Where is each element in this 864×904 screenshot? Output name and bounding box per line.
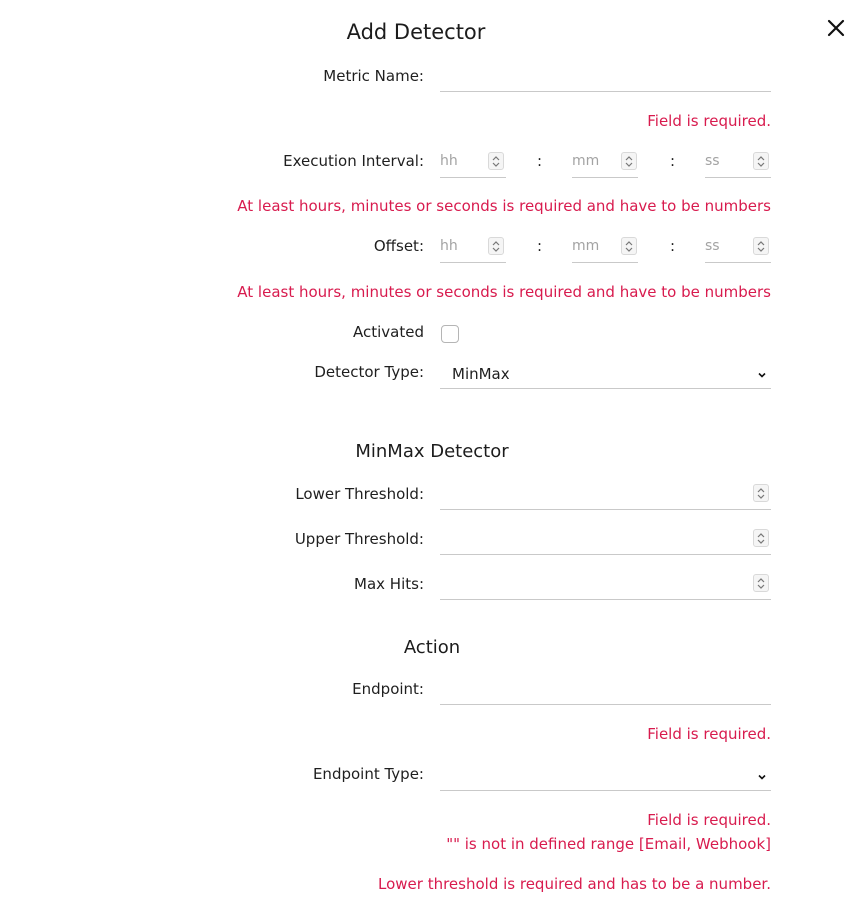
seconds-placeholder: ss: [705, 153, 720, 169]
detector-type-select[interactable]: MinMax: [440, 365, 771, 389]
detector-type-label: Detector Type:: [314, 363, 424, 381]
endpoint-type-select[interactable]: [440, 774, 771, 791]
stepper-arrows-icon: [625, 156, 633, 167]
minutes-stepper[interactable]: [621, 237, 637, 255]
execution-interval-hours-input[interactable]: hh: [440, 152, 506, 178]
stepper-arrows-icon: [492, 241, 500, 252]
endpoint-type-required-error: Field is required.: [647, 811, 771, 829]
close-icon: [827, 19, 845, 37]
hours-stepper[interactable]: [488, 237, 504, 255]
max-hits-stepper[interactable]: [753, 574, 769, 592]
minutes-stepper[interactable]: [621, 152, 637, 170]
upper-threshold-stepper[interactable]: [753, 529, 769, 547]
time-separator: :: [670, 152, 676, 170]
minutes-placeholder: mm: [572, 238, 600, 254]
hours-placeholder: hh: [440, 238, 458, 254]
endpoint-label: Endpoint:: [352, 680, 424, 698]
add-detector-dialog: Add Detector Metric Name: Field is requi…: [0, 0, 864, 904]
chevron-down-icon: [758, 774, 766, 780]
stepper-arrows-icon: [757, 156, 765, 167]
action-heading: Action: [403, 637, 461, 658]
seconds-stepper[interactable]: [753, 152, 769, 170]
minmax-detector-heading: MinMax Detector: [355, 441, 509, 462]
offset-minutes-input[interactable]: mm: [572, 237, 638, 263]
stepper-arrows-icon: [757, 578, 765, 589]
metric-name-label: Metric Name:: [323, 67, 424, 85]
execution-interval-error: At least hours, minutes or seconds is re…: [237, 197, 771, 215]
dialog-title: Add Detector: [346, 20, 486, 44]
max-hits-label: Max Hits:: [354, 575, 424, 593]
lower-threshold-input[interactable]: [440, 484, 771, 510]
execution-interval-seconds-input[interactable]: ss: [705, 152, 771, 178]
offset-hours-input[interactable]: hh: [440, 237, 506, 263]
lower-threshold-label: Lower Threshold:: [295, 485, 424, 503]
time-separator: :: [670, 237, 676, 255]
execution-interval-label: Execution Interval:: [283, 152, 424, 170]
offset-seconds-input[interactable]: ss: [705, 237, 771, 263]
detector-type-value: MinMax: [452, 365, 510, 383]
endpoint-type-label: Endpoint Type:: [312, 765, 424, 783]
seconds-placeholder: ss: [705, 238, 720, 254]
endpoint-input[interactable]: [440, 704, 771, 705]
metric-name-error: Field is required.: [647, 112, 771, 130]
seconds-stepper[interactable]: [753, 237, 769, 255]
hours-placeholder: hh: [440, 153, 458, 169]
upper-threshold-label: Upper Threshold:: [294, 530, 424, 548]
offset-error: At least hours, minutes or seconds is re…: [237, 283, 771, 301]
close-button[interactable]: [824, 16, 848, 40]
max-hits-input[interactable]: [440, 574, 771, 600]
minutes-placeholder: mm: [572, 153, 600, 169]
stepper-arrows-icon: [625, 241, 633, 252]
stepper-arrows-icon: [757, 241, 765, 252]
endpoint-type-range-error: "" is not in defined range [Email, Webho…: [446, 835, 771, 853]
activated-checkbox[interactable]: [441, 325, 459, 343]
upper-threshold-input[interactable]: [440, 529, 771, 555]
form-error: Lower threshold is required and has to b…: [378, 875, 771, 893]
hours-stepper[interactable]: [488, 152, 504, 170]
endpoint-error: Field is required.: [647, 725, 771, 743]
offset-label: Offset:: [373, 237, 424, 255]
time-separator: :: [537, 237, 543, 255]
stepper-arrows-icon: [757, 533, 765, 544]
lower-threshold-stepper[interactable]: [753, 484, 769, 502]
chevron-down-icon: [758, 372, 766, 378]
activated-label: Activated: [353, 323, 424, 341]
metric-name-input[interactable]: [440, 91, 771, 92]
execution-interval-minutes-input[interactable]: mm: [572, 152, 638, 178]
stepper-arrows-icon: [492, 156, 500, 167]
time-separator: :: [537, 152, 543, 170]
stepper-arrows-icon: [757, 488, 765, 499]
